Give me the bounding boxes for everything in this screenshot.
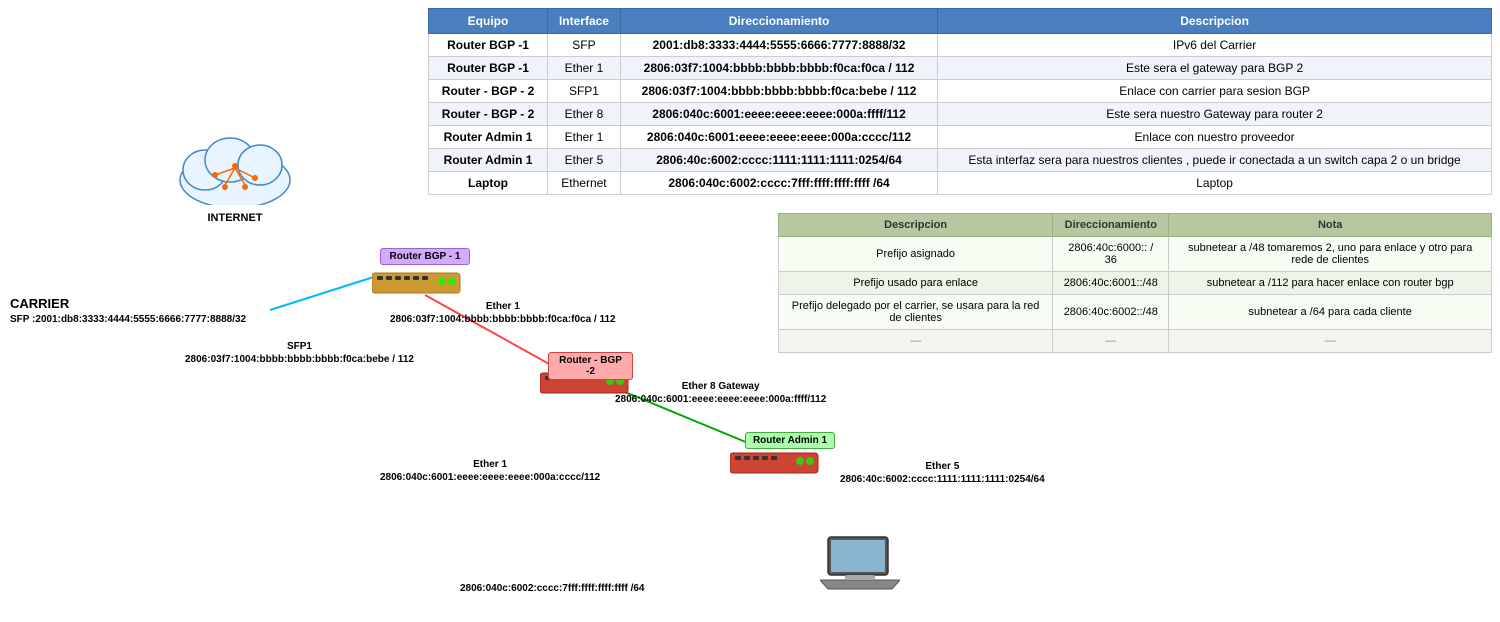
internet-cloud: INTERNET <box>170 130 300 220</box>
lower-cell-3-1: — <box>1053 330 1169 353</box>
lower-cell-1-0: Prefijo usado para enlace <box>779 272 1053 295</box>
lower-col-header-nota: Nota <box>1169 214 1492 237</box>
col-header-descripcion: Descripcion <box>938 9 1492 34</box>
table-cell-1-3: Este sera el gateway para BGP 2 <box>938 57 1492 80</box>
lower-cell-0-0: Prefijo asignado <box>779 237 1053 272</box>
network-diagram: INTERNET CARRIER SFP :2001:db8:3333:4444… <box>0 0 760 622</box>
lower-cell-2-2: subnetear a /64 para cada cliente <box>1169 295 1492 330</box>
table-cell-2-3: Enlace con carrier para sesion BGP <box>938 80 1492 103</box>
lower-table-section: Descripcion Direccionamiento Nota Prefij… <box>770 205 1500 361</box>
lower-cell-1-2: subnetear a /112 para hacer enlace con r… <box>1169 272 1492 295</box>
carrier-label: CARRIER SFP :2001:db8:3333:4444:5555:666… <box>10 295 246 327</box>
lower-col-header-descripcion: Descripcion <box>779 214 1053 237</box>
admin1-ether1-label: Ether 1 2806:040c:6001:eeee:eeee:eeee:00… <box>380 458 600 484</box>
lower-cell-2-0: Prefijo delegado por el carrier, se usar… <box>779 295 1053 330</box>
laptop-addr-label: 2806:040c:6002:cccc:7fff:ffff:ffff:ffff … <box>460 582 645 595</box>
cloud-svg <box>175 130 295 205</box>
lower-cell-2-1: 2806:40c:6002::/48 <box>1053 295 1169 330</box>
lower-cell-3-0: — <box>779 330 1053 353</box>
carrier-sfp-addr: SFP :2001:db8:3333:4444:5555:6666:7777:8… <box>10 313 246 327</box>
table-cell-3-3: Este sera nuestro Gateway para router 2 <box>938 103 1492 126</box>
admin1-ether5-label: Ether 5 2806:40c:6002:cccc:1111:1111:111… <box>840 460 1045 486</box>
lower-table-row: Prefijo asignado2806:40c:6000:: / 36subn… <box>779 237 1492 272</box>
lower-table-row: ——— <box>779 330 1492 353</box>
lower-table-row: Prefijo usado para enlace2806:40c:6001::… <box>779 272 1492 295</box>
router-bgp1-device <box>372 268 462 303</box>
lower-cell-3-2: — <box>1169 330 1492 353</box>
router-admin1-label-box: Router Admin 1 <box>745 432 835 449</box>
table-cell-6-3: Laptop <box>938 172 1492 195</box>
laptop-icon <box>820 532 900 602</box>
table-cell-0-3: IPv6 del Carrier <box>938 34 1492 57</box>
lower-col-header-direccionamiento: Direccionamiento <box>1053 214 1169 237</box>
router-admin1-device <box>730 448 820 483</box>
lower-cell-0-2: subnetear a /48 tomaremos 2, uno para en… <box>1169 237 1492 272</box>
internet-label: INTERNET <box>170 212 300 224</box>
bgp2-sfp1-label: SFP1 2806:03f7:1004:bbbb:bbbb:bbbb:f0ca:… <box>185 340 414 366</box>
table-cell-4-3: Enlace con nuestro proveedor <box>938 126 1492 149</box>
lower-table-row: Prefijo delegado por el carrier, se usar… <box>779 295 1492 330</box>
lower-table: Descripcion Direccionamiento Nota Prefij… <box>778 213 1492 353</box>
lower-cell-0-1: 2806:40c:6000:: / 36 <box>1053 237 1169 272</box>
router-bgp2-label-box: Router - BGP -2 <box>548 352 633 380</box>
bgp2-ether8-label: Ether 8 Gateway 2806:040c:6001:eeee:eeee… <box>615 380 826 406</box>
lower-cell-1-1: 2806:40c:6001::/48 <box>1053 272 1169 295</box>
router-bgp2-label-text: Router - BGP -2 <box>559 355 622 377</box>
table-cell-5-3: Esta interfaz sera para nuestros cliente… <box>938 149 1492 172</box>
bgp1-ether1-label: Ether 1 2806:03f7:1004:bbbb:bbbb:bbbb:f0… <box>390 300 616 326</box>
carrier-text: CARRIER <box>10 295 246 313</box>
router-bgp1-label-text: Router BGP - 1 <box>390 251 461 262</box>
router-admin1-label-text: Router Admin 1 <box>753 435 827 446</box>
router-bgp1-label-box: Router BGP - 1 <box>380 248 470 265</box>
